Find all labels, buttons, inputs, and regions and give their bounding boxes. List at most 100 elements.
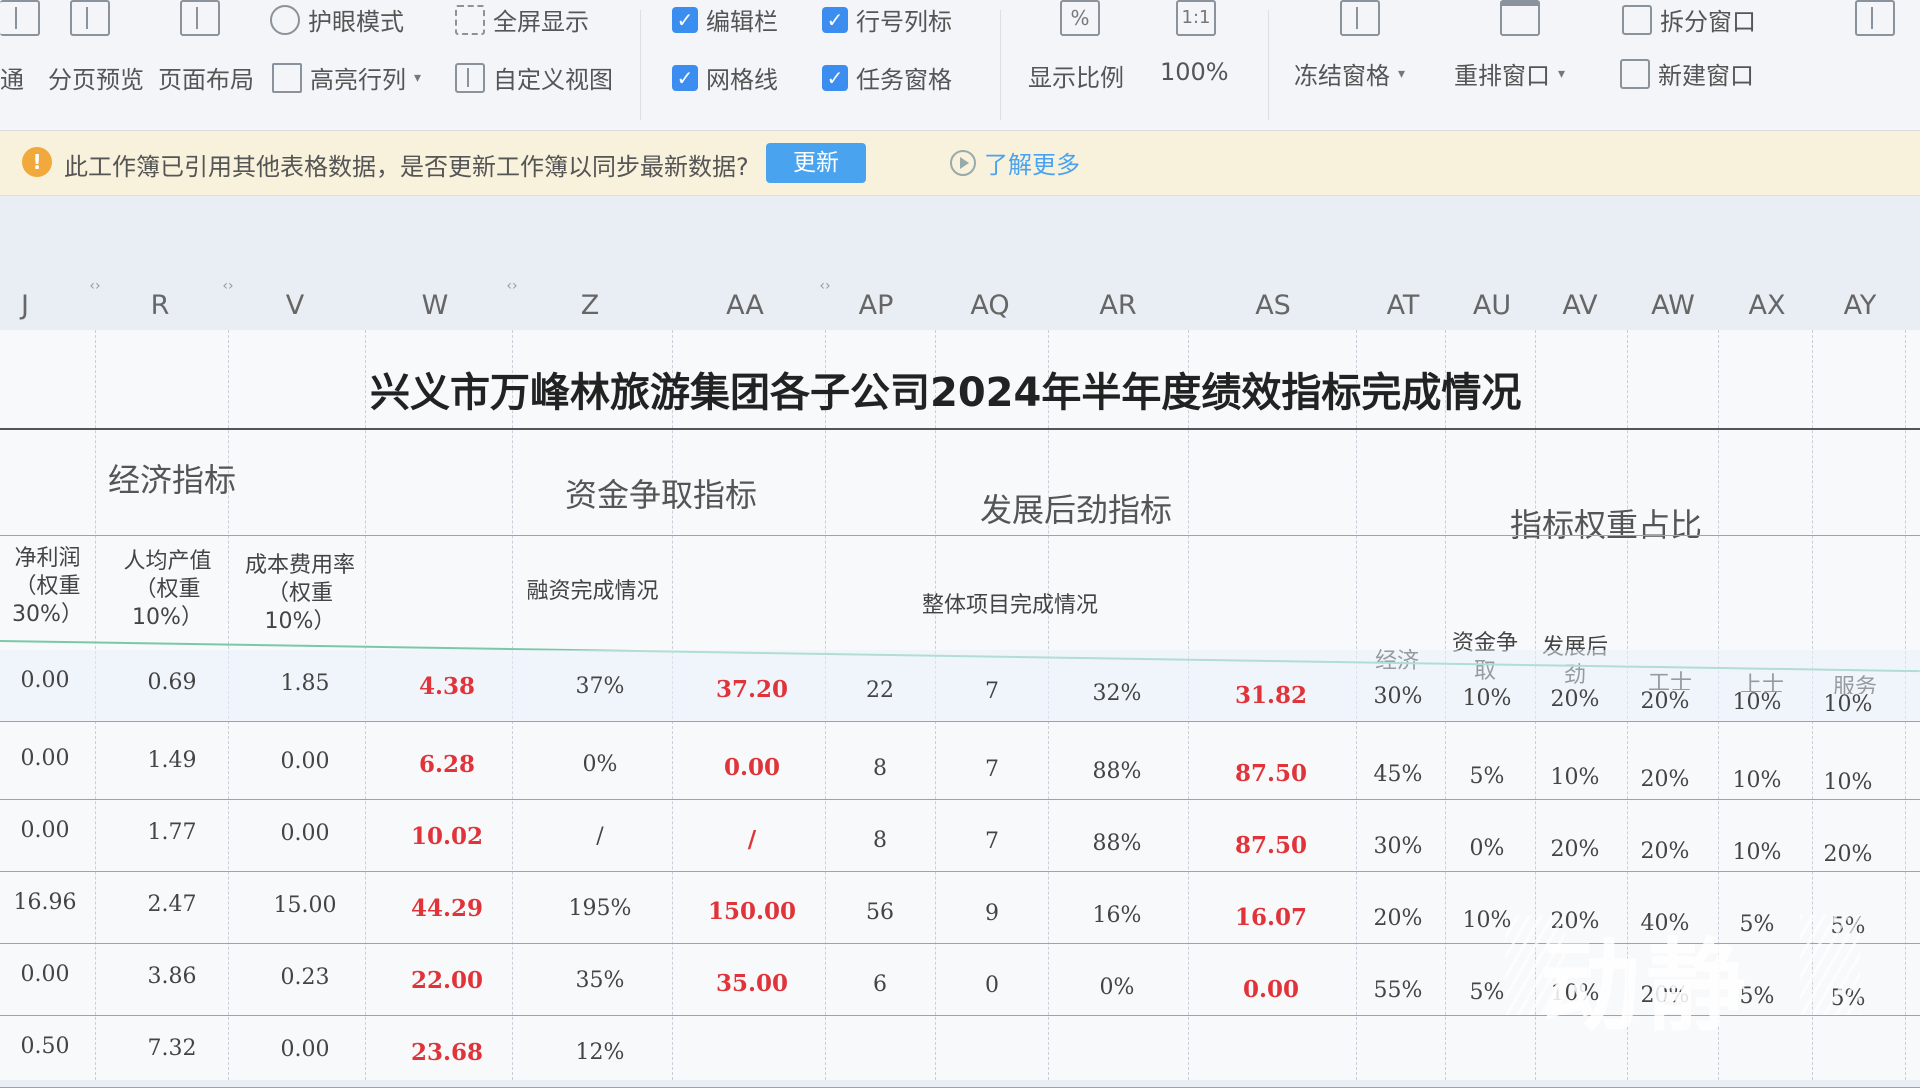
table-cell[interactable]: 195% (569, 896, 632, 921)
table-cell[interactable]: 12% (576, 1040, 625, 1065)
table-cell[interactable]: 0 (985, 973, 999, 998)
column-expand-handle[interactable]: ‹› (89, 278, 100, 294)
table-cell[interactable]: 35% (576, 968, 625, 993)
normal-view-icon-button[interactable] (0, 0, 40, 36)
table-cell[interactable]: 22.00 (411, 967, 483, 994)
table-cell[interactable]: 10% (1824, 770, 1873, 795)
table-cell[interactable]: 7.32 (148, 1036, 197, 1061)
table-cell[interactable]: 3.86 (148, 964, 197, 989)
column-header[interactable]: J (21, 290, 29, 321)
table-cell[interactable]: 30% (1374, 834, 1423, 859)
column-header[interactable]: Z (581, 290, 600, 321)
table-cell[interactable]: 6.28 (419, 751, 475, 778)
update-button[interactable]: 更新 (766, 143, 866, 183)
table-cell[interactable]: 0% (1470, 836, 1505, 861)
split-window-button[interactable]: 拆分窗口 (1622, 2, 1756, 37)
table-cell[interactable]: 1.49 (148, 748, 197, 773)
table-cell[interactable]: 5% (1470, 764, 1505, 789)
table-cell[interactable]: 20% (1551, 837, 1600, 862)
table-cell[interactable]: 0.69 (148, 670, 197, 695)
table-cell[interactable]: 0.00 (1243, 976, 1299, 1003)
table-cell[interactable]: 10% (1733, 768, 1782, 793)
table-cell[interactable]: 45% (1374, 762, 1423, 787)
normal-view-button[interactable]: 通 (0, 60, 24, 95)
table-row[interactable]: 0.00 0.69 1.85 4.38 37% 37.20 22 7 32% 31.82 30% 10… (0, 650, 1920, 722)
table-cell[interactable]: 30% (1374, 684, 1423, 709)
table-cell[interactable]: 20% (1641, 689, 1690, 714)
freeze-panes-icon-button[interactable] (1340, 0, 1380, 36)
column-header[interactable]: AY (1844, 290, 1877, 321)
zoom-ratio-button[interactable]: 显示比例 (1028, 58, 1124, 93)
arrange-window-button[interactable]: 重排窗口 ▾ (1454, 56, 1565, 91)
column-header[interactable]: AT (1387, 290, 1420, 321)
table-cell[interactable]: 10% (1824, 692, 1873, 717)
table-cell[interactable]: 87.50 (1235, 832, 1307, 859)
table-cell[interactable]: 9 (985, 901, 999, 926)
table-cell[interactable]: 10.02 (411, 823, 483, 850)
column-expand-handle[interactable]: ‹› (222, 278, 233, 294)
zoom-100-icon-button[interactable]: 1:1 (1176, 0, 1216, 36)
table-cell[interactable]: 1.77 (148, 820, 197, 845)
column-header[interactable]: AR (1099, 290, 1136, 321)
table-cell[interactable]: / (748, 826, 756, 853)
freeze-panes-button[interactable]: 冻结窗格 ▾ (1294, 56, 1405, 91)
table-cell[interactable]: 35.00 (716, 970, 788, 997)
table-cell[interactable]: 0.50 (21, 1034, 70, 1059)
table-cell[interactable]: 44.29 (411, 895, 483, 922)
side-by-side-icon-button[interactable] (1855, 0, 1895, 36)
table-cell[interactable]: 20% (1641, 839, 1690, 864)
column-header[interactable]: AA (726, 290, 764, 321)
table-cell[interactable]: 1.85 (281, 671, 330, 696)
table-cell[interactable]: 10% (1733, 840, 1782, 865)
eye-protection-button[interactable]: 护眼模式 (270, 2, 404, 37)
table-cell[interactable]: 16% (1093, 903, 1142, 928)
table-cell[interactable]: 7 (985, 679, 999, 704)
table-cell[interactable]: 20% (1824, 842, 1873, 867)
table-cell[interactable]: 0.00 (281, 1037, 330, 1062)
table-cell[interactable]: 31.82 (1235, 682, 1307, 709)
table-cell[interactable]: / (596, 824, 603, 849)
table-row[interactable]: 0.00 1.77 0.00 10.02 / / 8 7 88% 87.50 30% 0% 20% 20%… (0, 800, 1920, 872)
table-cell[interactable]: 0.00 (281, 821, 330, 846)
table-cell[interactable]: 16.96 (14, 890, 77, 915)
table-cell[interactable]: 6 (873, 972, 887, 997)
column-header[interactable]: AV (1562, 290, 1597, 321)
column-header[interactable]: AS (1255, 290, 1291, 321)
table-cell[interactable]: 37.20 (716, 676, 788, 703)
learn-more-link[interactable]: 了解更多 (950, 145, 1080, 180)
column-header[interactable]: AX (1749, 290, 1786, 321)
table-cell[interactable]: 22 (866, 678, 894, 703)
column-header[interactable]: AW (1651, 290, 1695, 321)
column-header[interactable]: AQ (970, 290, 1009, 321)
page-break-icon-button[interactable] (70, 0, 110, 36)
table-cell[interactable]: 150.00 (708, 898, 796, 925)
table-cell[interactable]: 0.00 (21, 668, 70, 693)
column-header[interactable]: AP (859, 290, 894, 321)
row-col-headers-checkbox[interactable]: ✓ 行号列标 (822, 2, 952, 37)
table-row[interactable]: 0.00 1.49 0.00 6.28 0% 0.00 8 7 88% 87.50 45% 5% 10%… (0, 728, 1920, 800)
table-cell[interactable]: 20% (1374, 906, 1423, 931)
table-cell[interactable]: 23.68 (411, 1039, 483, 1066)
table-cell[interactable]: 56 (866, 900, 894, 925)
table-cell[interactable]: 7 (985, 829, 999, 854)
zoom-ratio-icon-button[interactable]: % (1060, 0, 1100, 36)
table-cell[interactable]: 10% (1463, 686, 1512, 711)
page-break-preview-button[interactable]: 分页预览 (48, 60, 144, 95)
table-cell[interactable]: 0.00 (21, 818, 70, 843)
table-cell[interactable]: 10% (1733, 690, 1782, 715)
page-layout-icon-button[interactable] (180, 0, 220, 36)
table-cell[interactable]: 0% (583, 752, 618, 777)
table-cell[interactable]: 20% (1551, 687, 1600, 712)
table-cell[interactable]: 8 (873, 828, 887, 853)
table-cell[interactable]: 10% (1551, 765, 1600, 790)
column-header[interactable]: AU (1473, 290, 1511, 321)
table-cell[interactable]: 87.50 (1235, 760, 1307, 787)
table-cell[interactable]: 88% (1093, 831, 1142, 856)
table-cell[interactable]: 0.00 (724, 754, 780, 781)
table-cell[interactable]: 0.23 (281, 965, 330, 990)
table-cell[interactable]: 37% (576, 674, 625, 699)
table-cell[interactable]: 32% (1093, 681, 1142, 706)
edit-bar-checkbox[interactable]: ✓ 编辑栏 (672, 2, 778, 37)
zoom-100-button[interactable]: 100% (1160, 58, 1229, 86)
fullscreen-button[interactable]: 全屏显示 (455, 2, 589, 37)
